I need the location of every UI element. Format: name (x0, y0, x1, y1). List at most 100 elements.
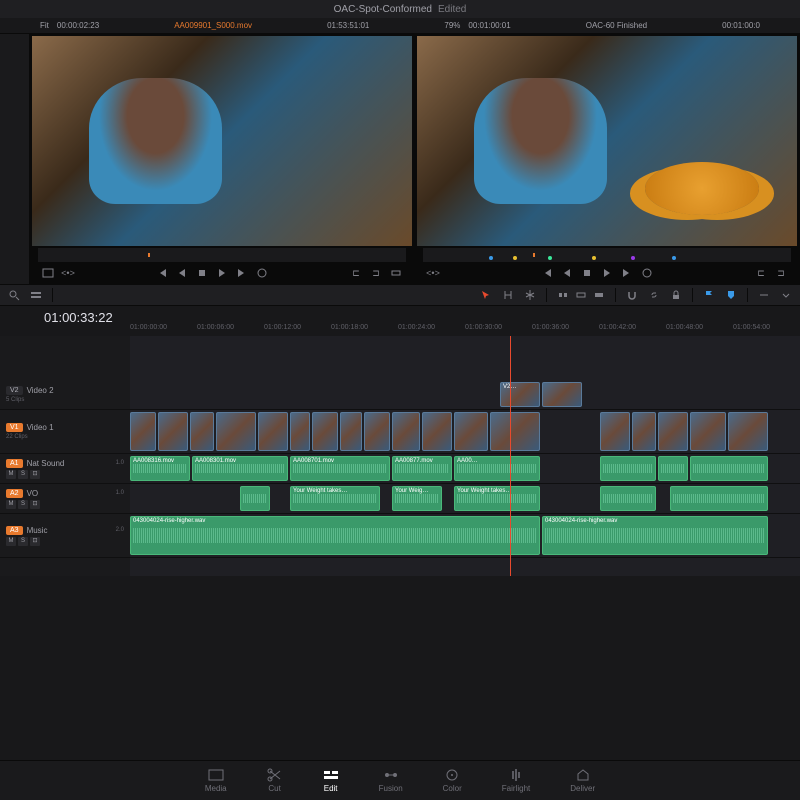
audio-clip[interactable] (670, 486, 768, 511)
audio-clip[interactable]: AA008316.mov (130, 456, 190, 481)
program-frame[interactable] (417, 36, 797, 246)
timeline-tracks[interactable]: V2… AA008316.mov AA008301.mov (130, 336, 800, 576)
nav-color[interactable]: Color (443, 768, 462, 793)
audio-clip[interactable] (690, 456, 768, 481)
source-frame[interactable] (32, 36, 412, 246)
first-frame-icon[interactable] (541, 267, 553, 279)
play-reverse-icon[interactable] (176, 267, 188, 279)
program-zoom[interactable]: 79% (444, 21, 460, 30)
replace-clip-icon[interactable] (593, 289, 605, 301)
mute-button[interactable]: M (6, 537, 16, 546)
video-clip[interactable] (542, 382, 582, 407)
track-badge[interactable]: A3 (6, 526, 23, 535)
nav-cut[interactable]: Cut (267, 768, 283, 793)
mute-button[interactable]: M (6, 470, 16, 479)
source-scrub[interactable] (38, 248, 406, 262)
video-clip[interactable] (312, 412, 338, 451)
play-icon[interactable] (601, 267, 613, 279)
insert-clip-icon[interactable] (557, 289, 569, 301)
video-clip[interactable] (728, 412, 768, 451)
nav-fusion[interactable]: Fusion (379, 768, 403, 793)
video-clip[interactable] (490, 412, 540, 451)
audio-clip[interactable] (658, 456, 688, 481)
program-scrub[interactable] (423, 248, 791, 262)
playhead-timecode[interactable]: 01:00:33:22 (44, 310, 113, 325)
solo-button[interactable]: S (18, 537, 28, 546)
snap-icon[interactable] (626, 289, 638, 301)
arm-button[interactable]: ⊡ (30, 537, 40, 546)
track-header-v1[interactable]: V1Video 1 22 Clips (0, 410, 130, 454)
nav-fairlight[interactable]: Fairlight (502, 768, 530, 793)
audio-clip[interactable] (600, 486, 656, 511)
stop-icon[interactable] (581, 267, 593, 279)
track-header-a1[interactable]: A1Nat Sound1.0 MS⊡ (0, 454, 130, 484)
timeline-ruler[interactable]: 01:00:00:00 01:00:06:00 01:00:12:00 01:0… (130, 324, 800, 336)
match-frame-icon[interactable] (42, 267, 54, 279)
arrow-tool-icon[interactable] (480, 289, 492, 301)
prev-edit-icon[interactable]: <•> (427, 267, 439, 279)
in-out-icon[interactable]: <•> (62, 267, 74, 279)
video-clip[interactable] (422, 412, 452, 451)
video-clip[interactable] (600, 412, 630, 451)
audio-clip[interactable]: Your Weig… (392, 486, 442, 511)
trim-tool-icon[interactable] (502, 289, 514, 301)
video-clip[interactable]: V2… (500, 382, 540, 407)
video-clip[interactable] (216, 412, 256, 451)
audio-clip[interactable]: Your Weight takes… (290, 486, 380, 511)
audio-clip[interactable]: AA00… (454, 456, 540, 481)
audio-clip[interactable] (600, 456, 656, 481)
first-frame-icon[interactable] (156, 267, 168, 279)
video-clip[interactable] (340, 412, 362, 451)
track-badge[interactable]: V2 (6, 386, 23, 395)
audio-clip[interactable] (240, 486, 270, 511)
lane-v1[interactable] (130, 410, 800, 454)
search-icon[interactable] (8, 289, 20, 301)
last-frame-icon[interactable] (621, 267, 633, 279)
lane-a1[interactable]: AA008316.mov AA008301.mov AA008701.mov A… (130, 454, 800, 484)
link-icon[interactable] (648, 289, 660, 301)
lane-a2[interactable]: Your Weight takes… Your Weig… Your Weigh… (130, 484, 800, 514)
video-clip[interactable] (454, 412, 488, 451)
play-icon[interactable] (216, 267, 228, 279)
audio-clip[interactable]: AA00877.mov (392, 456, 452, 481)
lane-a3[interactable]: 043004024-rise-higher.wav 043004024-rise… (130, 514, 800, 558)
video-clip[interactable] (258, 412, 288, 451)
arm-button[interactable]: ⊡ (30, 470, 40, 479)
video-clip[interactable] (364, 412, 390, 451)
overwrite-clip-icon[interactable] (575, 289, 587, 301)
mark-out-icon[interactable]: ⊐ (775, 267, 787, 279)
audio-clip[interactable]: 043004024-rise-higher.wav (130, 516, 540, 555)
loop-icon[interactable] (256, 267, 268, 279)
video-clip[interactable] (290, 412, 310, 451)
mute-button[interactable]: M (6, 500, 16, 509)
audio-clip[interactable]: AA008301.mov (192, 456, 288, 481)
video-clip[interactable] (130, 412, 156, 451)
audio-clip[interactable]: AA008701.mov (290, 456, 390, 481)
blade-tool-icon[interactable] (524, 289, 536, 301)
nav-media[interactable]: Media (205, 768, 227, 793)
nav-edit[interactable]: Edit (323, 768, 339, 793)
mark-out-icon[interactable]: ⊐ (370, 267, 382, 279)
track-header-a2[interactable]: A2VO1.0 MS⊡ (0, 484, 130, 514)
zoom-slider-icon[interactable] (758, 289, 770, 301)
flag-icon[interactable] (703, 289, 715, 301)
solo-button[interactable]: S (18, 470, 28, 479)
mark-in-icon[interactable]: ⊏ (350, 267, 362, 279)
chevron-down-icon[interactable] (780, 289, 792, 301)
video-clip[interactable] (190, 412, 214, 451)
nav-deliver[interactable]: Deliver (570, 768, 595, 793)
audio-clip[interactable]: 043004024-rise-higher.wav (542, 516, 768, 555)
track-badge[interactable]: A1 (6, 459, 23, 468)
arm-button[interactable]: ⊡ (30, 500, 40, 509)
track-badge[interactable]: V1 (6, 423, 23, 432)
video-clip[interactable] (158, 412, 188, 451)
video-clip[interactable] (690, 412, 726, 451)
marker-icon[interactable] (725, 289, 737, 301)
lane-v2[interactable]: V2… (130, 380, 800, 410)
timeline-view-icon[interactable] (30, 289, 42, 301)
track-header-v2[interactable]: V2Video 2 5 Clips (0, 380, 130, 410)
last-frame-icon[interactable] (236, 267, 248, 279)
source-fit[interactable]: Fit (40, 21, 49, 30)
media-pool-strip[interactable] (0, 34, 30, 284)
play-reverse-icon[interactable] (561, 267, 573, 279)
